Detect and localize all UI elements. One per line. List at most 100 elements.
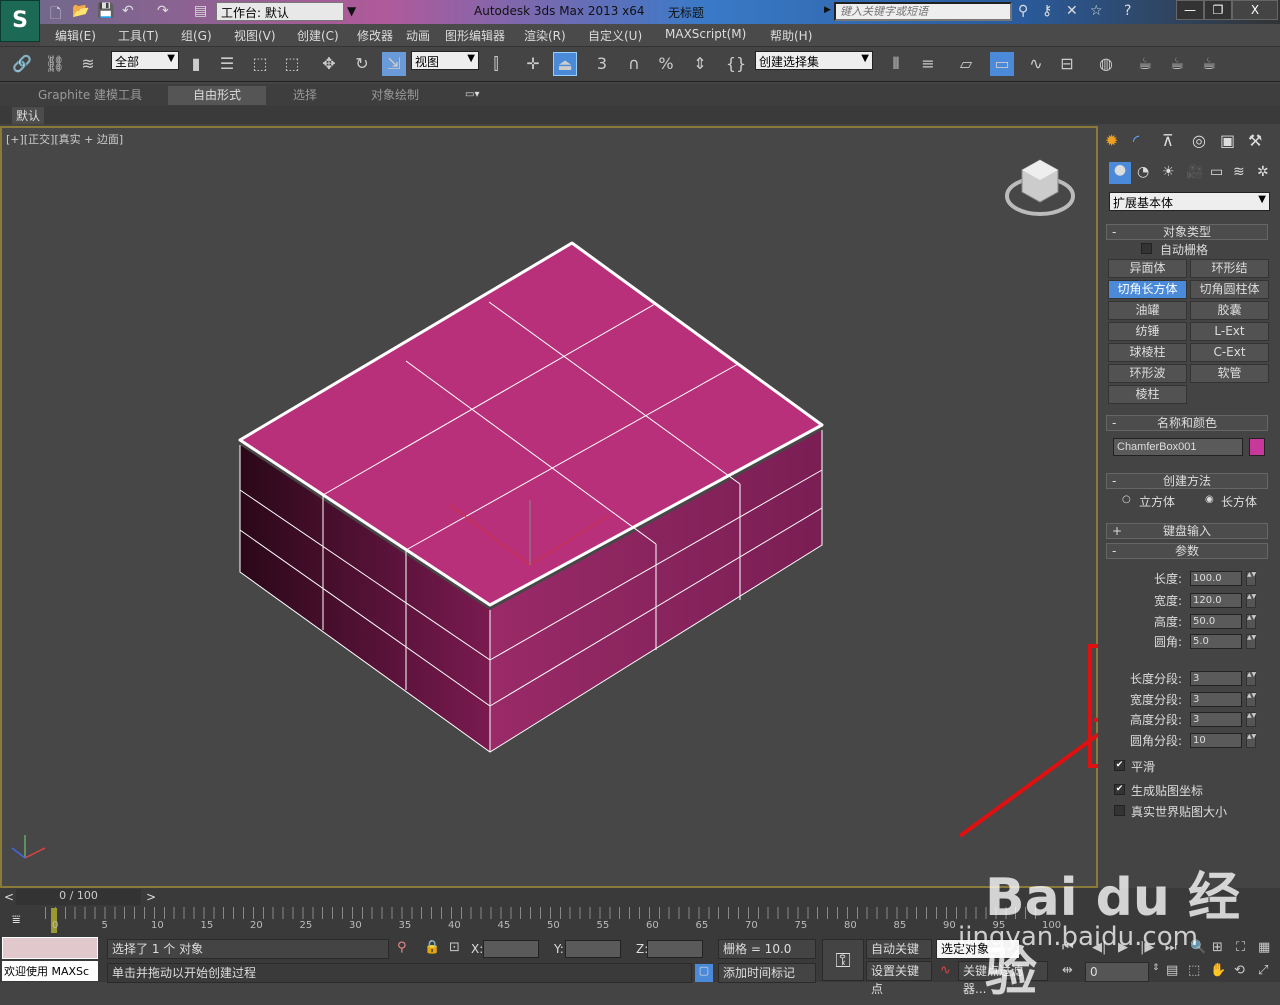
menu-edit[interactable]: 编辑(E) (55, 27, 96, 44)
angle-snap-icon[interactable]: ∩ (622, 52, 646, 76)
link-icon[interactable]: 🔗 (10, 52, 34, 76)
workspace-dropdown[interactable]: 工作台: 默认 (216, 2, 344, 21)
binoculars-icon[interactable]: ⚲ (1018, 3, 1028, 19)
zoom-all-icon[interactable]: ⊞ (1212, 940, 1223, 955)
param-spinner[interactable]: ▲▼ (1246, 733, 1256, 748)
render-production-icon[interactable]: ☕ (1197, 52, 1221, 76)
timeline-track[interactable] (45, 907, 1045, 919)
next-key-icon[interactable]: |▶ (1140, 940, 1154, 955)
key-mode-toggle-icon[interactable]: ⇹ (1062, 963, 1073, 978)
current-frame-input[interactable]: 0 (1085, 962, 1149, 982)
tab-graphite[interactable]: Graphite 建模工具 (30, 86, 150, 105)
restore-button[interactable]: ❐ (1204, 0, 1232, 20)
smooth-checkbox[interactable]: ✔ (1114, 760, 1125, 771)
set-key-icon[interactable]: ⚿ (822, 939, 864, 981)
real-world-map-checkbox[interactable] (1114, 805, 1125, 816)
rect-selection-icon[interactable]: ⬚ (248, 52, 272, 76)
object-type-button[interactable]: 异面体 (1108, 259, 1187, 278)
app-menu-button[interactable]: S (0, 0, 40, 42)
object-name-input[interactable] (1113, 438, 1243, 456)
manipulate-icon[interactable]: ✛ (521, 52, 545, 76)
curve-editor-icon[interactable]: ∿ (1024, 52, 1048, 76)
param-input[interactable]: 3 (1190, 692, 1242, 707)
menu-group[interactable]: 组(G) (181, 27, 212, 44)
field-of-view-icon[interactable]: ⬚ (1188, 963, 1200, 978)
param-spinner[interactable]: ▲▼ (1246, 712, 1256, 727)
close-button[interactable]: X (1232, 0, 1278, 20)
spacewarps-icon[interactable]: ≋ (1233, 164, 1245, 180)
param-input[interactable]: 10 (1190, 733, 1242, 748)
go-to-start-icon[interactable]: ⏮ (1062, 940, 1074, 955)
object-type-button[interactable]: 环形波 (1108, 364, 1187, 383)
y-coord-input[interactable] (565, 940, 621, 958)
menu-graph-editors[interactable]: 图形编辑器 (445, 27, 505, 44)
bind-spacewarp-icon[interactable]: ≋ (76, 52, 100, 76)
object-type-button[interactable]: 胶囊 (1190, 301, 1269, 320)
rollout-keyboard-entry[interactable]: +键盘输入 (1106, 523, 1268, 539)
undo-icon[interactable]: ↶ (122, 3, 134, 19)
play-icon[interactable]: ▶ (1118, 940, 1128, 955)
object-type-button[interactable]: C-Ext (1190, 343, 1269, 362)
time-config-icon[interactable]: ▤ (1166, 963, 1178, 978)
zoom-extents-icon[interactable]: ⛶ (1236, 940, 1245, 955)
search-input[interactable] (834, 2, 1012, 21)
reference-coord-dropdown[interactable]: 视图▼ (411, 51, 479, 70)
help-icon[interactable]: ? (1124, 3, 1131, 19)
rollout-creation-method[interactable]: -创建方法 (1106, 473, 1268, 489)
zoom-icon[interactable]: 🔍 (1190, 940, 1206, 955)
customize-qa-icon[interactable]: ▼ (347, 4, 356, 18)
param-spinner[interactable]: ▲▼ (1246, 634, 1256, 649)
object-type-button[interactable]: 环形结 (1190, 259, 1269, 278)
tab-selection[interactable]: 选择 (275, 86, 335, 105)
menu-tools[interactable]: 工具(T) (118, 27, 159, 44)
geometry-icon[interactable]: ● (1109, 162, 1131, 184)
menu-maxscript[interactable]: MAXScript(M) (665, 27, 746, 41)
key-icon[interactable]: ⚷ (1042, 3, 1052, 19)
maxscript-listener[interactable]: 欢迎使用 MAXSc (2, 961, 98, 981)
object-type-button[interactable]: 棱柱 (1108, 385, 1187, 404)
param-input[interactable]: 50.0 (1190, 614, 1242, 629)
minimize-button[interactable]: — (1176, 0, 1204, 20)
radio-cube[interactable]: ○ (1122, 494, 1131, 505)
named-selection-dropdown[interactable]: 创建选择集▼ (755, 51, 873, 70)
time-slider[interactable]: 0 / 100 (16, 889, 141, 905)
systems-icon[interactable]: ✲ (1257, 164, 1269, 180)
open-file-icon[interactable]: 📂 (72, 3, 89, 19)
x-coord-input[interactable] (483, 940, 539, 958)
object-type-button[interactable]: 球棱柱 (1108, 343, 1187, 362)
rotate-icon[interactable]: ↻ (350, 52, 374, 76)
project-folder-icon[interactable]: ▤ (194, 3, 207, 19)
auto-key-button[interactable]: 自动关键点 (866, 939, 932, 959)
move-icon[interactable]: ✥ (317, 52, 341, 76)
prev-key-icon[interactable]: ◀| (1092, 940, 1106, 955)
key-mode-dropdown[interactable]: 选定对象 (936, 939, 1020, 959)
add-time-tag[interactable]: 添加时间标记 (718, 963, 816, 983)
gen-map-coords-checkbox[interactable]: ✔ (1114, 784, 1125, 795)
menu-help[interactable]: 帮助(H) (770, 27, 812, 44)
autogrid-checkbox[interactable] (1141, 243, 1152, 254)
cameras-icon[interactable]: 🎥 (1186, 164, 1203, 180)
object-type-button[interactable]: 油罐 (1108, 301, 1187, 320)
menu-rendering[interactable]: 渲染(R) (524, 27, 566, 44)
select-object-icon[interactable]: ▮ (184, 52, 208, 76)
param-input[interactable]: 3 (1190, 712, 1242, 727)
param-spinner[interactable]: ▲▼ (1246, 671, 1256, 686)
lights-icon[interactable]: ☀ (1162, 164, 1175, 180)
material-editor-icon[interactable]: ◍ (1094, 52, 1118, 76)
rollout-parameters[interactable]: -参数 (1106, 543, 1268, 559)
percent-snap-icon[interactable]: % (654, 52, 678, 76)
snaps-toggle-icon[interactable]: 3 (590, 52, 614, 76)
redo-icon[interactable]: ↷ (157, 3, 169, 19)
key-tangent-icon[interactable]: ∿ (940, 963, 951, 978)
z-coord-input[interactable] (647, 940, 703, 958)
next-frame-icon[interactable]: > (146, 890, 156, 904)
rollout-object-type[interactable]: -对象类型 (1106, 224, 1268, 240)
expand-search-icon[interactable]: ▶ (824, 5, 831, 15)
helpers-icon[interactable]: ▭ (1210, 164, 1223, 180)
param-input[interactable]: 120.0 (1190, 593, 1242, 608)
satellite-icon[interactable]: ✕ (1066, 3, 1078, 19)
isolate-icon[interactable]: ⚲ (397, 940, 407, 955)
scene-explorer-icon[interactable]: ▭ (990, 52, 1014, 76)
maxscript-listener-top[interactable] (2, 937, 98, 959)
absolute-mode-icon[interactable]: ⊡ (449, 940, 460, 955)
